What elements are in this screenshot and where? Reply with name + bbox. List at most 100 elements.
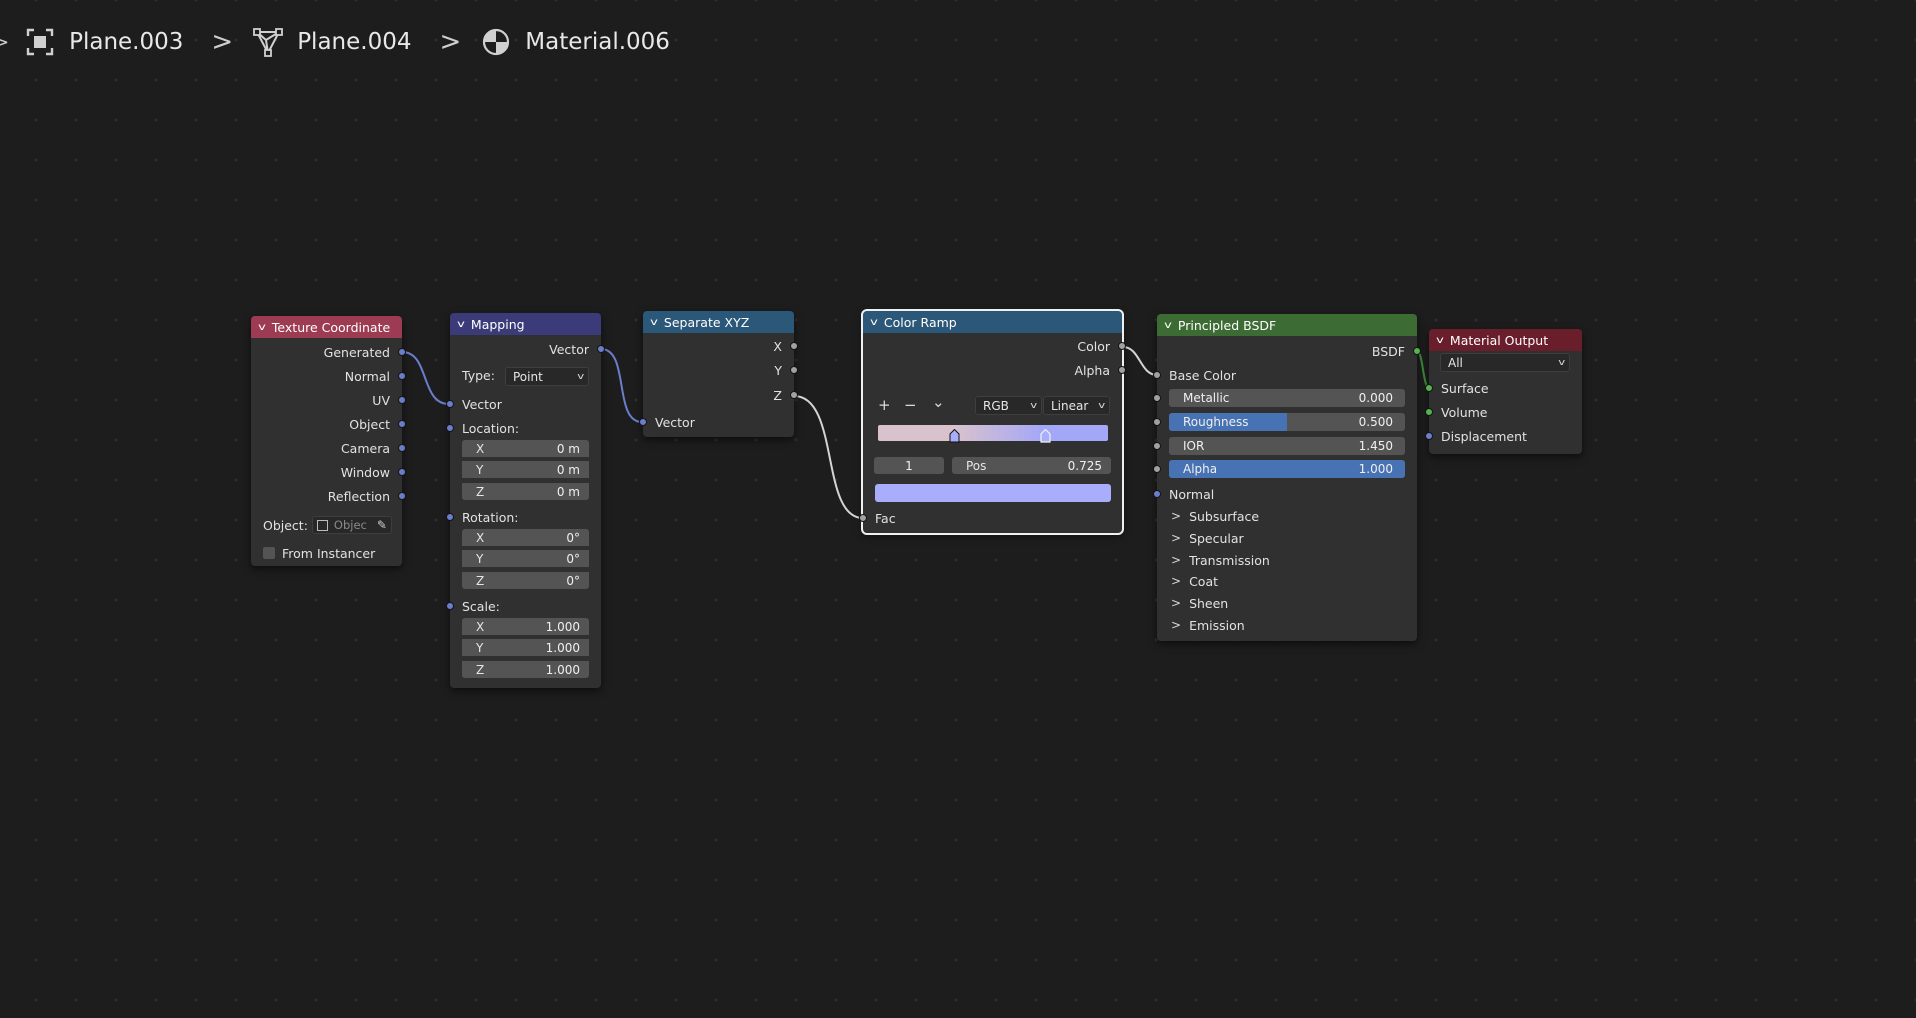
socket-label: Base Color: [1169, 367, 1237, 383]
add-stop-button[interactable]: +: [878, 396, 891, 414]
color-stop-handle-active[interactable]: [1040, 428, 1051, 443]
collapse-icon[interactable]: v: [258, 322, 266, 333]
ior-slider[interactable]: IOR 1.450: [1169, 437, 1405, 455]
metallic-slider[interactable]: Metallic 0.000: [1169, 389, 1405, 407]
input-socket-row: Normal: [1153, 484, 1417, 504]
from-instancer-checkbox[interactable]: [263, 547, 275, 559]
output-socket-row: X: [643, 336, 798, 356]
rotation-z-field[interactable]: Z 0°: [462, 572, 589, 589]
axis-label: X: [476, 619, 485, 634]
remove-stop-button[interactable]: −: [904, 396, 917, 414]
input-socket[interactable]: [1153, 490, 1161, 498]
chevron-right-icon: >: [1171, 553, 1182, 567]
color-ramp-gradient[interactable]: [878, 425, 1108, 443]
breadcrumb-object[interactable]: Plane.003: [69, 29, 183, 55]
node-header[interactable]: v Texture Coordinate: [251, 316, 402, 338]
input-socket[interactable]: [446, 424, 454, 432]
separate-xyz-node[interactable]: v Separate XYZ X Y Z Vector: [639, 311, 798, 437]
color-mode-dropdown[interactable]: RGB v: [975, 396, 1042, 415]
color-ramp-node[interactable]: v Color Ramp Color Alpha + − ⌄ RGB v Lin…: [859, 309, 1126, 535]
input-socket[interactable]: [1153, 442, 1161, 450]
panel-coat[interactable]: > Coat: [1171, 571, 1218, 591]
node-header[interactable]: v Mapping: [450, 313, 601, 335]
mapping-type-dropdown[interactable]: Point v: [505, 367, 589, 386]
output-socket[interactable]: [597, 345, 605, 353]
mapping-node[interactable]: v Mapping Vector Type: Point v Vector Lo…: [446, 313, 605, 688]
node-header[interactable]: v Separate XYZ: [643, 311, 794, 333]
output-socket[interactable]: [398, 348, 406, 356]
active-stop-index-field[interactable]: 1: [874, 457, 944, 474]
location-x-field[interactable]: X 0 m: [462, 440, 589, 457]
roughness-slider[interactable]: Roughness 0.500: [1169, 413, 1405, 431]
input-socket[interactable]: [1425, 384, 1433, 392]
collapse-icon[interactable]: v: [650, 317, 658, 328]
output-socket[interactable]: [398, 372, 406, 380]
input-socket[interactable]: [446, 602, 454, 610]
collapse-icon[interactable]: v: [457, 319, 465, 330]
axis-label: Z: [476, 484, 485, 499]
principled-bsdf-node[interactable]: v Principled BSDF BSDF Base Color Metall…: [1153, 314, 1421, 641]
output-socket[interactable]: [398, 420, 406, 428]
scale-z-field[interactable]: Z 1.000: [462, 661, 589, 678]
ramp-menu-button[interactable]: ⌄: [932, 393, 945, 411]
breadcrumb-material[interactable]: Material.006: [525, 29, 670, 55]
panel-specular[interactable]: > Specular: [1171, 528, 1244, 548]
output-socket-row: Object: [251, 414, 406, 434]
rotation-y-field[interactable]: Y 0°: [462, 550, 589, 567]
input-socket[interactable]: [1153, 371, 1161, 379]
location-y-field[interactable]: Y 0 m: [462, 461, 589, 478]
output-socket[interactable]: [398, 492, 406, 500]
breadcrumb-mesh[interactable]: Plane.004: [297, 29, 411, 55]
output-socket[interactable]: [1118, 342, 1126, 350]
output-socket[interactable]: [790, 342, 798, 350]
panel-transmission[interactable]: > Transmission: [1171, 550, 1270, 570]
input-socket[interactable]: [859, 514, 867, 522]
scale-y-field[interactable]: Y 1.000: [462, 639, 589, 656]
output-socket[interactable]: [790, 391, 798, 399]
output-socket[interactable]: [398, 396, 406, 404]
scale-x-field[interactable]: X 1.000: [462, 618, 589, 635]
input-socket[interactable]: [1153, 418, 1161, 426]
color-stop-handle[interactable]: [949, 428, 960, 443]
stop-position-field[interactable]: Pos 0.725: [952, 457, 1111, 474]
interpolation-dropdown[interactable]: Linear v: [1043, 396, 1110, 415]
output-socket[interactable]: [1413, 347, 1421, 355]
material-output-node[interactable]: v Material Output All v Surface Volume D…: [1425, 329, 1582, 454]
stop-color-swatch[interactable]: [875, 484, 1111, 502]
socket-label: Vector: [462, 396, 502, 412]
input-socket[interactable]: [446, 400, 454, 408]
input-socket[interactable]: [1153, 465, 1161, 473]
chevron-down-icon: v: [576, 371, 584, 382]
output-socket[interactable]: [1118, 366, 1126, 374]
location-z-field[interactable]: Z 0 m: [462, 483, 589, 500]
output-socket[interactable]: [398, 444, 406, 452]
panel-subsurface[interactable]: > Subsurface: [1171, 506, 1259, 526]
input-socket[interactable]: [639, 418, 647, 426]
eyedropper-icon[interactable]: ✎: [377, 518, 387, 532]
node-header[interactable]: v Principled BSDF: [1157, 314, 1417, 336]
node-header[interactable]: v Material Output: [1429, 329, 1582, 351]
output-socket[interactable]: [790, 366, 798, 374]
alpha-slider[interactable]: Alpha 1.000: [1169, 460, 1405, 478]
texture-coordinate-node[interactable]: v Texture Coordinate Generated Normal UV…: [251, 316, 406, 566]
axis-label: X: [476, 441, 485, 456]
from-instancer-label: From Instancer: [282, 545, 376, 561]
input-socket[interactable]: [1153, 394, 1161, 402]
output-target-dropdown[interactable]: All v: [1440, 353, 1570, 372]
input-socket[interactable]: [1425, 432, 1433, 440]
node-header[interactable]: v Color Ramp: [863, 311, 1122, 333]
panel-emission[interactable]: > Emission: [1171, 615, 1245, 635]
object-picker[interactable]: Objec ✎: [311, 516, 392, 534]
input-socket[interactable]: [1425, 408, 1433, 416]
material-icon: [483, 28, 510, 56]
socket-label: Camera: [340, 440, 390, 456]
collapse-icon[interactable]: v: [870, 317, 878, 328]
output-socket[interactable]: [398, 468, 406, 476]
input-socket[interactable]: [446, 513, 454, 521]
collapse-icon[interactable]: v: [1164, 320, 1172, 331]
collapse-icon[interactable]: v: [1436, 335, 1444, 346]
object-placeholder: Objec: [333, 518, 367, 532]
rotation-x-field[interactable]: X 0°: [462, 529, 589, 546]
panel-sheen[interactable]: > Sheen: [1171, 593, 1228, 613]
panel-label: Transmission: [1189, 552, 1270, 568]
